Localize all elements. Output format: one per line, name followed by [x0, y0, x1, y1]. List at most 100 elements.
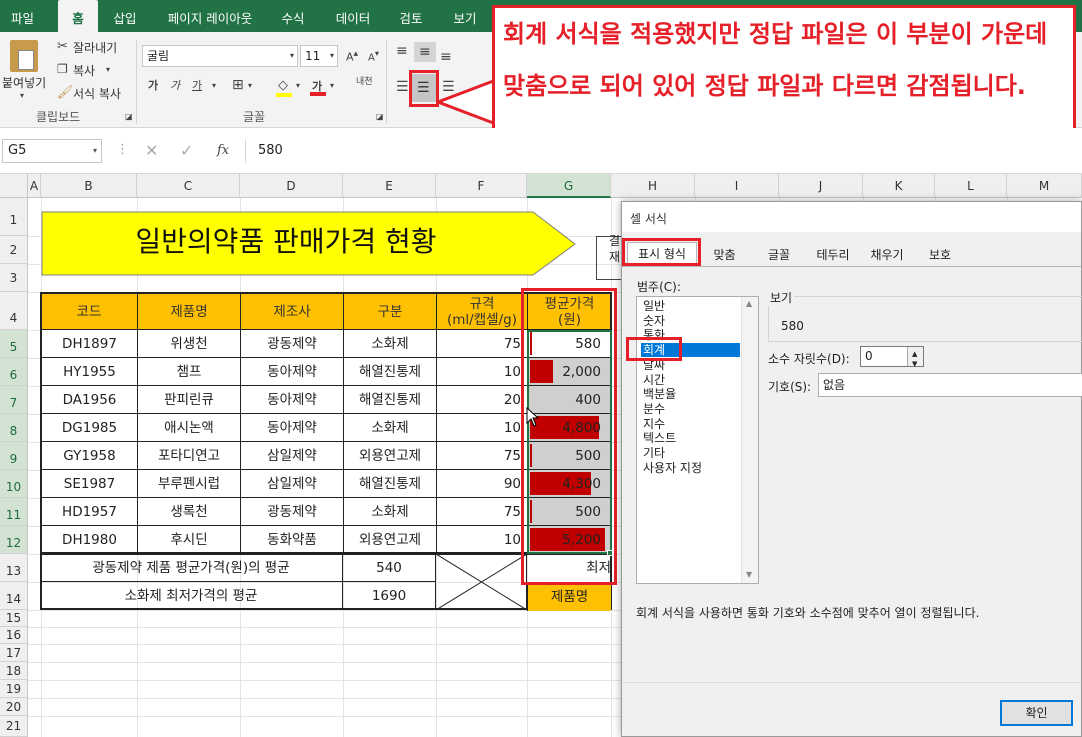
- cut-button[interactable]: 잘라내기: [73, 39, 117, 56]
- cell-spec[interactable]: 10: [436, 414, 527, 442]
- cell-product[interactable]: 챔프: [137, 358, 240, 386]
- cell-code[interactable]: HD1957: [40, 498, 137, 526]
- cell-code[interactable]: DG1985: [40, 414, 137, 442]
- row-header-9[interactable]: 9: [0, 442, 28, 470]
- cell-spec[interactable]: 75: [436, 330, 527, 358]
- column-header-g[interactable]: G: [527, 174, 611, 198]
- column-header-e[interactable]: E: [343, 174, 436, 198]
- decimal-spinner[interactable]: ▲ ▼: [907, 347, 923, 368]
- cell-maker[interactable]: 광동제약: [240, 498, 343, 526]
- tab-view[interactable]: 보기: [442, 0, 488, 32]
- align-left-icon[interactable]: ☰: [396, 80, 409, 94]
- enter-icon[interactable]: ✓: [180, 143, 193, 159]
- row-header-11[interactable]: 11: [0, 498, 28, 526]
- cell-maker[interactable]: 광동제약: [240, 330, 343, 358]
- cell-maker[interactable]: 동화약품: [240, 526, 343, 554]
- copy-dropdown-icon[interactable]: ▾: [106, 66, 110, 74]
- cell-spec[interactable]: 20: [436, 386, 527, 414]
- copy-icon[interactable]: ❐: [57, 63, 68, 75]
- summary-value-1[interactable]: 540: [343, 554, 436, 582]
- dialog-tab-protection[interactable]: 보호: [916, 244, 964, 266]
- column-header-k[interactable]: K: [863, 174, 935, 198]
- category-item[interactable]: 텍스트: [641, 431, 740, 445]
- cell-spec[interactable]: 10: [436, 358, 527, 386]
- row-header-20[interactable]: 20: [0, 698, 28, 716]
- font-color-dropdown-icon[interactable]: ▾: [330, 82, 334, 90]
- row-header-6[interactable]: 6: [0, 358, 28, 386]
- paste-button[interactable]: 붙여넣기: [2, 74, 46, 91]
- column-header-j[interactable]: J: [779, 174, 863, 198]
- column-header-d[interactable]: D: [240, 174, 343, 198]
- dialog-tab-font[interactable]: 글꼴: [754, 244, 804, 266]
- row-header-13[interactable]: 13: [0, 554, 28, 582]
- bold-button[interactable]: 가: [148, 80, 158, 91]
- column-header-l[interactable]: L: [935, 174, 1007, 198]
- category-item[interactable]: 분수: [641, 402, 740, 416]
- cell-maker[interactable]: 동아제약: [240, 386, 343, 414]
- cell-code[interactable]: HY1955: [40, 358, 137, 386]
- dialog-titlebar[interactable]: [622, 202, 1081, 232]
- decrease-font-icon[interactable]: A▾: [368, 49, 379, 63]
- cell-product[interactable]: 생록천: [137, 498, 240, 526]
- format-painter-icon[interactable]: 🖌: [57, 86, 74, 99]
- row-header-3[interactable]: 3: [0, 264, 28, 292]
- border-dropdown-icon[interactable]: ▾: [248, 82, 252, 90]
- cell-maker[interactable]: 동아제약: [240, 414, 343, 442]
- symbol-select[interactable]: 없음: [818, 373, 1082, 397]
- cell-code[interactable]: DH1897: [40, 330, 137, 358]
- cell-type[interactable]: 해열진통제: [343, 358, 436, 386]
- cut-icon[interactable]: ✂: [57, 40, 68, 53]
- row-header-7[interactable]: 7: [0, 386, 28, 414]
- underline-button[interactable]: 가: [192, 80, 202, 91]
- decimal-places-input[interactable]: 0 ▲ ▼: [860, 346, 924, 368]
- tab-data[interactable]: 데이터: [326, 0, 380, 32]
- font-launcher-icon[interactable]: ◪: [376, 113, 384, 121]
- cell-spec[interactable]: 90: [436, 470, 527, 498]
- cell-type[interactable]: 외용연고제: [343, 442, 436, 470]
- row-header-17[interactable]: 17: [0, 644, 28, 662]
- scroll-up-icon[interactable]: ▲: [746, 299, 752, 308]
- summary-value-2[interactable]: 1690: [343, 582, 436, 610]
- cell-product[interactable]: 위생천: [137, 330, 240, 358]
- ok-button[interactable]: 확인: [1000, 700, 1073, 726]
- cell-code[interactable]: DH1980: [40, 526, 137, 554]
- category-item[interactable]: 시간: [641, 373, 740, 387]
- italic-button[interactable]: 가: [170, 80, 180, 91]
- increase-font-icon[interactable]: A▴: [346, 49, 358, 63]
- cell-product[interactable]: 애시논액: [137, 414, 240, 442]
- category-scrollbar[interactable]: ▲ ▼: [741, 297, 758, 583]
- fill-color-icon[interactable]: ◇: [276, 78, 294, 97]
- cell-spec[interactable]: 75: [436, 442, 527, 470]
- spin-down-icon[interactable]: ▼: [912, 355, 917, 374]
- cell-type[interactable]: 소화제: [343, 498, 436, 526]
- column-header-i[interactable]: I: [695, 174, 779, 198]
- g14-header[interactable]: 제품명: [527, 583, 611, 611]
- select-all-corner[interactable]: [0, 174, 28, 198]
- row-header-15[interactable]: 15: [0, 610, 28, 627]
- row-header-8[interactable]: 8: [0, 414, 28, 442]
- cell-maker[interactable]: 동아제약: [240, 358, 343, 386]
- dialog-tab-alignment[interactable]: 맞춤: [702, 244, 747, 266]
- scroll-down-icon[interactable]: ▼: [746, 570, 752, 579]
- dialog-tab-border[interactable]: 테두리: [808, 244, 858, 266]
- cell-type[interactable]: 소화제: [343, 330, 436, 358]
- column-header-m[interactable]: M: [1007, 174, 1082, 198]
- row-header-4[interactable]: 4: [0, 292, 28, 330]
- cell-spec[interactable]: 75: [436, 498, 527, 526]
- border-icon[interactable]: ⊞: [232, 78, 244, 92]
- category-item[interactable]: 지수: [641, 417, 740, 431]
- align-middle-icon[interactable]: ≡: [414, 42, 436, 62]
- row-header-21[interactable]: 21: [0, 716, 28, 737]
- cancel-icon[interactable]: ✕: [145, 143, 158, 159]
- column-header-a[interactable]: A: [28, 174, 41, 198]
- cell-product[interactable]: 부루펜시럽: [137, 470, 240, 498]
- row-header-16[interactable]: 16: [0, 627, 28, 644]
- copy-button[interactable]: 복사: [73, 62, 95, 79]
- formula-input[interactable]: 580: [245, 139, 1082, 163]
- category-item[interactable]: 숫자: [641, 314, 740, 328]
- insert-function-button[interactable]: fx: [217, 144, 229, 157]
- tab-page-layout[interactable]: 페이지 레이아웃: [156, 0, 264, 32]
- cell-maker[interactable]: 삼일제약: [240, 470, 343, 498]
- row-header-14[interactable]: 14: [0, 582, 28, 610]
- tab-insert[interactable]: 삽입: [104, 0, 146, 32]
